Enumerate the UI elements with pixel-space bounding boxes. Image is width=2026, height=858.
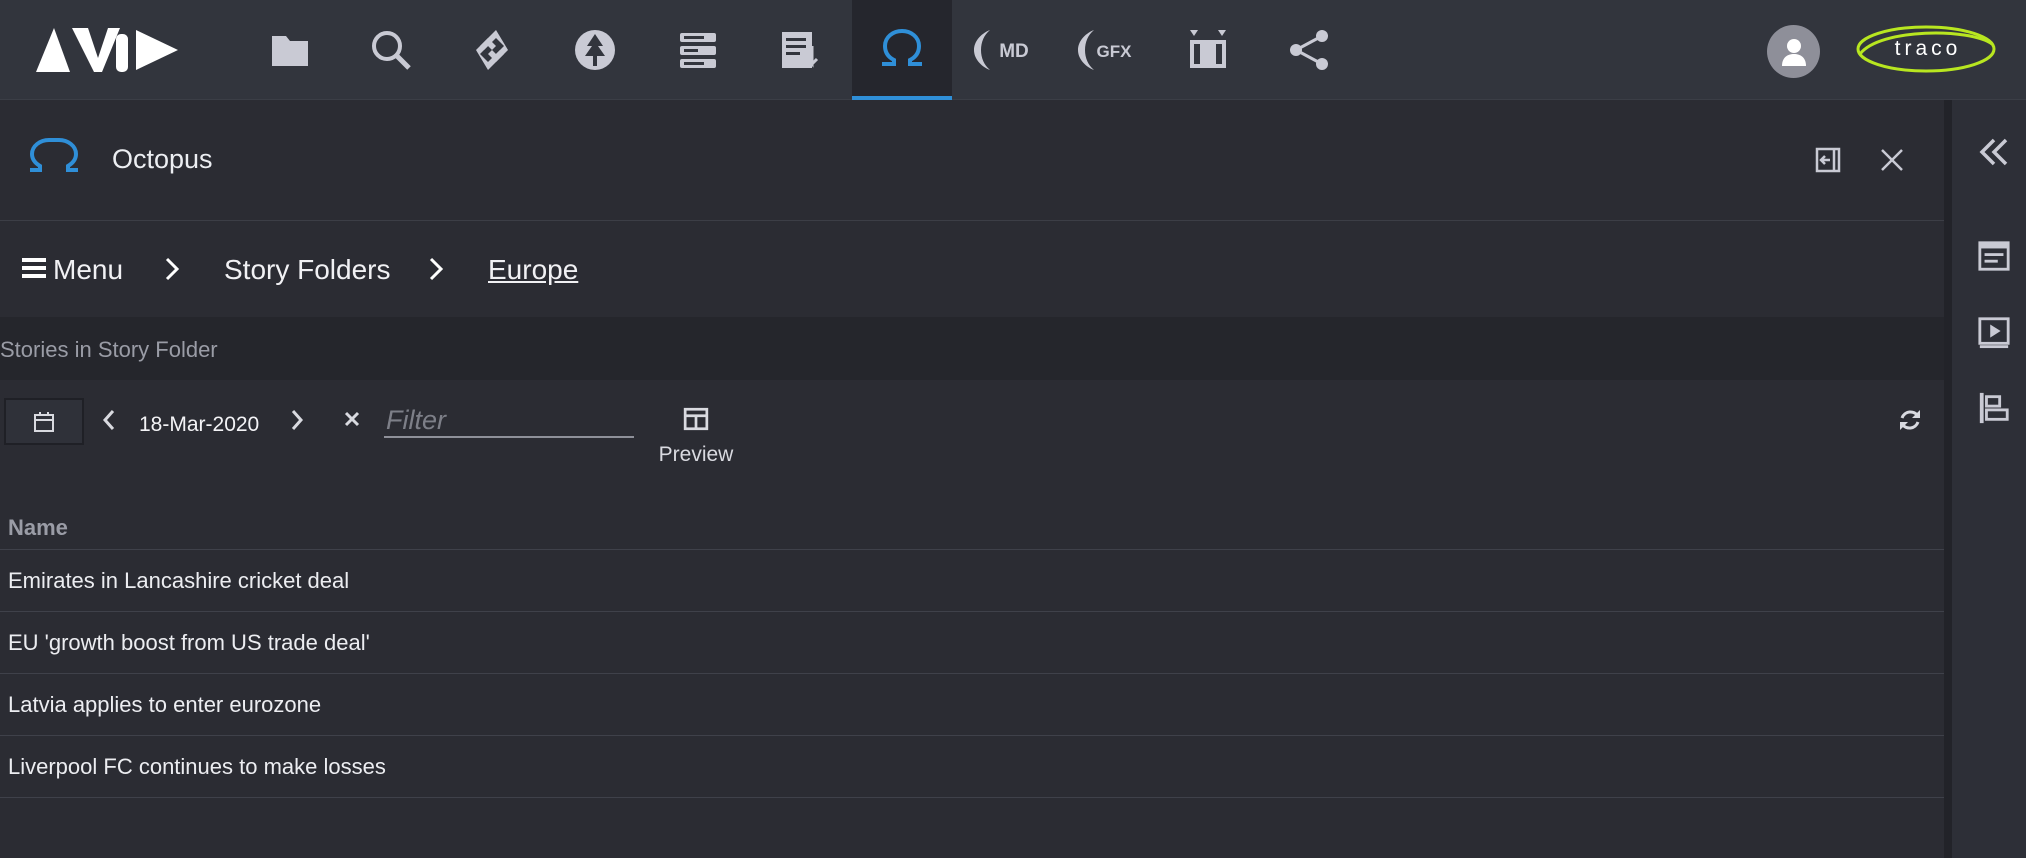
svg-text:traco: traco (1895, 37, 1962, 60)
breadcrumb-story-folders[interactable]: Story Folders (224, 254, 391, 286)
top-toolbar: MD GFX traco (0, 0, 2026, 100)
share-icon[interactable] (1260, 0, 1360, 100)
filter-input[interactable] (384, 404, 634, 438)
rundown-icon[interactable] (750, 0, 850, 100)
preview-icon (683, 407, 709, 431)
preview-label: Preview (658, 443, 734, 466)
tree-icon[interactable] (545, 0, 645, 100)
next-date-icon[interactable] (288, 407, 306, 433)
media-panel-icon[interactable] (1974, 312, 2014, 352)
folder-icon[interactable] (240, 0, 340, 100)
panel-header (0, 100, 1944, 221)
refresh-icon[interactable] (1896, 406, 1924, 434)
clear-filter-icon[interactable] (341, 408, 363, 430)
traco-logo: traco (1856, 25, 1996, 73)
octopus-logo-icon (29, 138, 79, 172)
right-rail (1944, 100, 2026, 858)
calendar-icon (34, 411, 54, 432)
table-row[interactable]: Latvia applies to enter eurozone (0, 674, 1944, 736)
octopus-icon[interactable] (852, 0, 952, 100)
table-row[interactable]: Emirates in Lancashire cricket deal (0, 550, 1944, 612)
section-label: Stories in Story Folder (0, 337, 218, 362)
date-display: 18-Mar-2020 (139, 413, 260, 436)
search-icon[interactable] (341, 0, 441, 100)
connect-icon[interactable] (442, 0, 542, 100)
rundown-panel-icon[interactable] (1974, 388, 2014, 428)
collapse-panel-icon[interactable] (1974, 132, 2014, 172)
menu-button[interactable]: Menu (53, 254, 123, 286)
section-bar (0, 317, 1944, 380)
chevron-right-icon (429, 257, 444, 281)
chevron-right-icon (165, 257, 180, 281)
stories-table: Name Emirates in Lancashire cricket deal… (0, 502, 1944, 798)
preview-button[interactable]: Preview (656, 406, 736, 467)
storage-icon[interactable] (648, 0, 748, 100)
user-avatar[interactable] (1767, 25, 1820, 78)
svg-text:GFX: GFX (1097, 42, 1133, 61)
svg-text:MD: MD (999, 41, 1029, 62)
panel-title: Octopus (112, 144, 213, 174)
close-icon[interactable] (1874, 142, 1910, 178)
avid-logo (36, 28, 178, 72)
calendar-button[interactable] (4, 398, 84, 445)
menu-icon[interactable] (22, 258, 46, 278)
breadcrumb-europe[interactable]: Europe (488, 254, 578, 286)
gfx-icon[interactable]: GFX (1056, 0, 1156, 100)
md-icon[interactable]: MD (952, 0, 1052, 100)
table-row[interactable]: Liverpool FC continues to make losses (0, 736, 1944, 798)
dock-panel-icon[interactable] (1810, 142, 1846, 178)
story-panel-icon[interactable] (1974, 236, 2014, 276)
table-row[interactable]: EU 'growth boost from US trade deal' (0, 612, 1944, 674)
previous-date-icon[interactable] (100, 407, 118, 433)
studio-icon[interactable] (1158, 0, 1258, 100)
column-header-name[interactable]: Name (0, 502, 1944, 550)
user-icon (1781, 38, 1806, 66)
